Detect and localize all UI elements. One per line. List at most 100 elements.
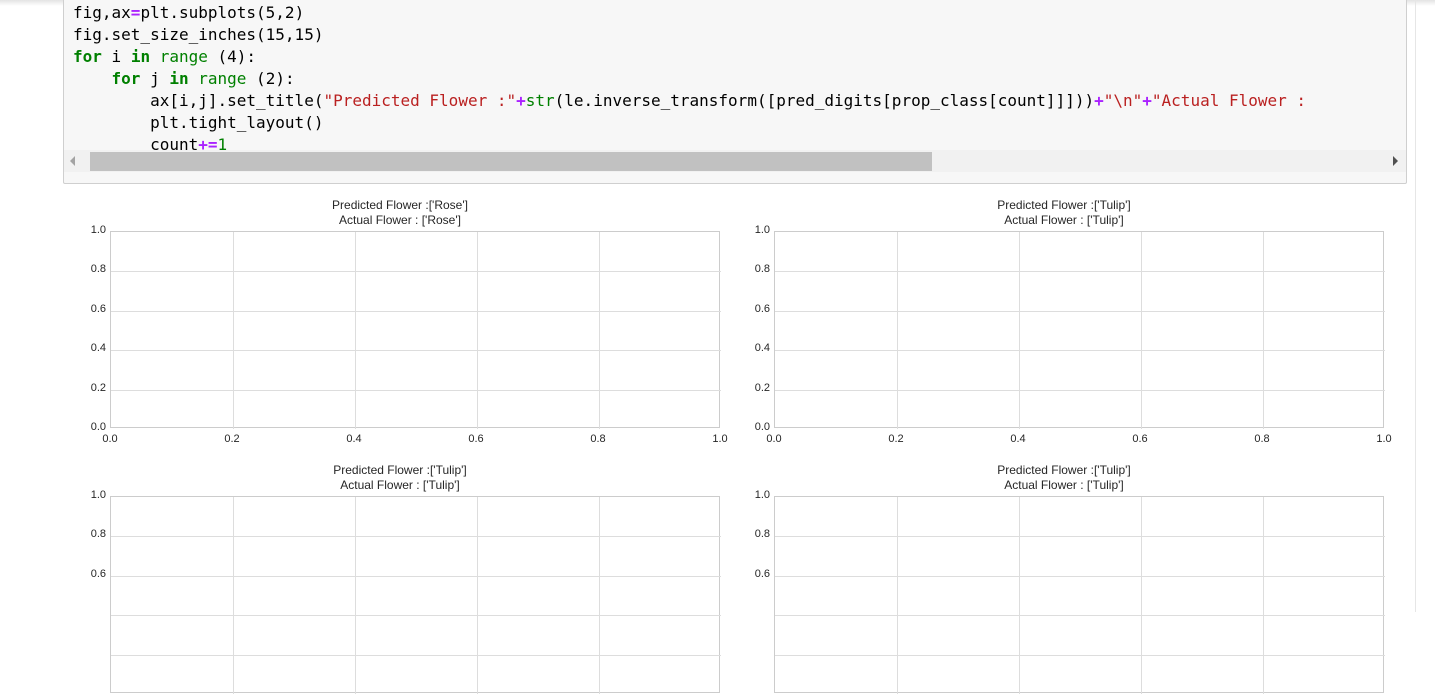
code-token: "Actual Flower : xyxy=(1151,91,1316,110)
subplot-2: Predicted Flower :['Tulip'] Actual Flowe… xyxy=(734,196,1394,460)
notebook-right-border xyxy=(1415,0,1416,612)
scroll-right-arrow-icon[interactable] xyxy=(1393,156,1398,166)
code-token: for xyxy=(73,47,102,66)
code-token: in xyxy=(130,47,151,66)
x-tick-label: 1.0 xyxy=(1376,433,1392,445)
code-cell[interactable]: fig,ax=plt.subplots(5,2) fig.set_size_in… xyxy=(63,0,1407,184)
grid-line-vertical xyxy=(233,497,234,694)
grid-line-vertical xyxy=(897,232,898,429)
grid-line-horizontal xyxy=(775,615,1385,616)
subplot-title-actual: Actual Flower : ['Tulip'] xyxy=(1004,478,1124,492)
code-token: ax[i,j].set_title( xyxy=(73,91,324,110)
code-token: plt.subplots(5,2) xyxy=(140,3,305,22)
grid-line-horizontal xyxy=(111,615,721,616)
y-tick-label: 0.8 xyxy=(754,528,770,540)
grid-line-vertical xyxy=(1141,497,1142,694)
y-tick-label: 0.4 xyxy=(90,342,106,354)
code-token: (4): xyxy=(207,47,257,66)
grid-line-vertical xyxy=(1141,232,1142,429)
x-tick-label: 0.8 xyxy=(590,433,606,445)
x-tick-label: 0.8 xyxy=(1254,433,1270,445)
scrollbar-thumb[interactable] xyxy=(90,152,932,171)
x-tick-label: 0.6 xyxy=(1132,433,1148,445)
code-token: "Predicted Flower :" xyxy=(323,91,517,110)
subplot-title-actual: Actual Flower : ['Tulip'] xyxy=(1004,213,1124,227)
y-tick-label: 0.8 xyxy=(90,528,106,540)
grid-line-vertical xyxy=(233,232,234,429)
code-token: range xyxy=(159,47,208,66)
y-tick-label: 1.0 xyxy=(90,489,106,501)
grid-line-vertical xyxy=(897,497,898,694)
code-token: j xyxy=(140,69,170,88)
y-tick-label: 1.0 xyxy=(754,224,770,236)
code-token: in xyxy=(169,69,189,88)
code-token: + xyxy=(1094,91,1104,110)
grid-line-vertical xyxy=(599,497,600,694)
code-token: (le.inverse_transform([pred_digits[prop_… xyxy=(554,91,1095,110)
code-token: plt.tight_layout() xyxy=(73,113,324,132)
y-tick-label: 0.6 xyxy=(90,303,106,315)
scroll-left-arrow-icon[interactable] xyxy=(70,156,75,166)
grid-line-horizontal xyxy=(111,536,721,537)
grid-line-horizontal xyxy=(111,655,721,656)
subplot-title-predicted: Predicted Flower :['Tulip'] xyxy=(333,463,467,477)
horizontal-scrollbar[interactable] xyxy=(64,150,1406,172)
plot-area xyxy=(110,231,721,429)
y-tick-label: 0.4 xyxy=(754,342,770,354)
x-tick-label: 0.0 xyxy=(766,433,782,445)
code-token: i xyxy=(101,47,131,66)
grid-line-horizontal xyxy=(111,311,721,312)
grid-line-vertical xyxy=(1263,497,1264,694)
code-token: fig.set_size_inches(15,15) xyxy=(73,25,324,44)
y-tick-label: 0.0 xyxy=(90,421,106,433)
y-tick-label: 0.6 xyxy=(754,303,770,315)
grid-line-horizontal xyxy=(775,576,1385,577)
y-tick-label: 0.2 xyxy=(90,382,106,394)
code-token: = xyxy=(130,3,141,22)
grid-line-horizontal xyxy=(111,390,721,391)
subplot-title-predicted: Predicted Flower :['Rose'] xyxy=(332,198,468,212)
y-tick-label: 1.0 xyxy=(754,489,770,501)
code-editor[interactable]: fig,ax=plt.subplots(5,2) fig.set_size_in… xyxy=(73,2,1316,156)
grid-line-horizontal xyxy=(775,271,1385,272)
subplot-1: Predicted Flower :['Rose'] Actual Flower… xyxy=(70,196,730,460)
grid-line-horizontal xyxy=(775,390,1385,391)
y-tick-label: 0.8 xyxy=(90,263,106,275)
subplot-3: Predicted Flower :['Tulip'] Actual Flowe… xyxy=(70,461,730,694)
x-tick-label: 0.2 xyxy=(888,433,904,445)
plot-area xyxy=(774,231,1385,429)
code-token: + xyxy=(516,91,526,110)
grid-line-vertical xyxy=(477,232,478,429)
plot-area xyxy=(110,496,721,694)
code-token: (2): xyxy=(246,69,295,88)
grid-line-vertical xyxy=(355,232,356,429)
y-tick-label: 0.8 xyxy=(754,263,770,275)
grid-line-vertical xyxy=(477,497,478,694)
subplot-4: Predicted Flower :['Tulip'] Actual Flowe… xyxy=(734,461,1394,694)
grid-line-horizontal xyxy=(775,536,1385,537)
y-tick-label: 0.0 xyxy=(754,421,770,433)
y-tick-label: 0.6 xyxy=(754,568,770,580)
grid-line-horizontal xyxy=(775,311,1385,312)
x-tick-label: 0.2 xyxy=(224,433,240,445)
plot-area xyxy=(774,496,1385,694)
y-tick-label: 0.2 xyxy=(754,382,770,394)
grid-line-vertical xyxy=(355,497,356,694)
code-token: fig,ax xyxy=(73,3,131,22)
code-token: for xyxy=(111,69,141,88)
grid-line-horizontal xyxy=(111,271,721,272)
x-tick-label: 0.4 xyxy=(346,433,362,445)
x-tick-label: 0.6 xyxy=(468,433,484,445)
x-tick-label: 0.4 xyxy=(1010,433,1026,445)
y-tick-label: 1.0 xyxy=(90,224,106,236)
subplot-title-predicted: Predicted Flower :['Tulip'] xyxy=(997,198,1131,212)
x-tick-label: 0.0 xyxy=(102,433,118,445)
grid-line-vertical xyxy=(1019,232,1020,429)
subplot-title-actual: Actual Flower : ['Rose'] xyxy=(339,213,461,227)
code-token: range xyxy=(198,69,247,88)
subplot-title-actual: Actual Flower : ['Tulip'] xyxy=(340,478,460,492)
grid-line-vertical xyxy=(1019,497,1020,694)
